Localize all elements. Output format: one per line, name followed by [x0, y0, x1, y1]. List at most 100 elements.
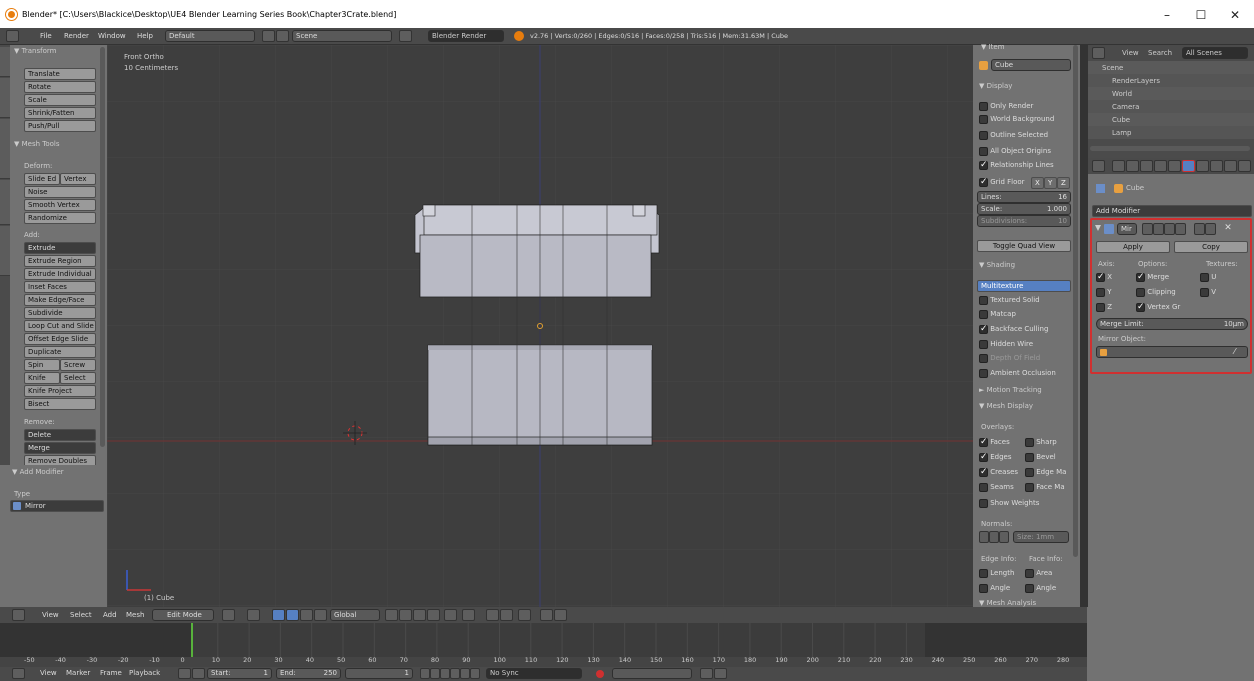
- properties-editor-type-icon[interactable]: [1092, 160, 1105, 172]
- overlay-row-1b[interactable]: Sharp: [1025, 436, 1057, 449]
- display-panel-title[interactable]: ▼ Display: [979, 82, 1012, 90]
- length-row[interactable]: Length: [979, 567, 1014, 580]
- sharp-checkbox[interactable]: [1025, 437, 1034, 447]
- delete-keyframe-icon[interactable]: [714, 668, 727, 679]
- area-checkbox[interactable]: [1025, 568, 1034, 578]
- face-normals-icon[interactable]: [999, 531, 1009, 543]
- grid-lines-field[interactable]: Lines: 16: [977, 191, 1071, 203]
- render-preview-icon[interactable]: [518, 609, 531, 621]
- offset-edge-slide-button[interactable]: Offset Edge Slide: [24, 333, 96, 345]
- pivot-point-icon[interactable]: [247, 609, 260, 621]
- record-icon[interactable]: [596, 670, 604, 678]
- scale-button[interactable]: Scale: [24, 94, 96, 106]
- face-angle-row[interactable]: Angle: [1025, 582, 1056, 595]
- layout-remove-icon[interactable]: [276, 30, 289, 42]
- menu-help[interactable]: Help: [137, 32, 153, 40]
- outliner-search-menu[interactable]: Search: [1148, 49, 1172, 57]
- world-tab-icon[interactable]: [1140, 160, 1153, 172]
- layout-select[interactable]: Default: [165, 30, 255, 42]
- relationship-lines-row[interactable]: Relationship Lines: [979, 159, 1054, 172]
- tab-create[interactable]: [0, 78, 10, 118]
- outliner-editor-type-icon[interactable]: [1092, 47, 1105, 59]
- v-checkbox[interactable]: [1200, 287, 1209, 297]
- axis-z-row[interactable]: Z: [1096, 301, 1112, 314]
- texture-tab-icon[interactable]: [1224, 160, 1237, 172]
- current-frame-field[interactable]: 1: [345, 668, 413, 679]
- sidebar-scrollbar[interactable]: [1073, 45, 1078, 557]
- modifier-type-select[interactable]: Mirror: [10, 500, 104, 512]
- only-render-checkbox[interactable]: [979, 101, 988, 111]
- insert-keyframe-icon[interactable]: [700, 668, 713, 679]
- bisect-button[interactable]: Bisect: [24, 398, 96, 410]
- merge-row[interactable]: Merge: [1136, 271, 1169, 284]
- mesh-tools-panel-title[interactable]: ▼ Mesh Tools: [14, 140, 60, 148]
- timeline[interactable]: -50 -40 -30 -20 -10 0 10 20 30 40 50 60 70 80 90 100 110…: [0, 623, 1087, 667]
- use-preview-range-icon[interactable]: [178, 668, 191, 679]
- close-button[interactable]: ✕: [1218, 6, 1252, 24]
- area-splitter[interactable]: [1080, 45, 1088, 625]
- transform-panel-title[interactable]: ▼ Transform: [14, 47, 56, 55]
- relationship-lines-checkbox[interactable]: [979, 160, 988, 170]
- viewport-select-menu[interactable]: Select: [70, 611, 92, 619]
- timeline-editor-type-icon[interactable]: [12, 668, 25, 679]
- scene-select[interactable]: Scene: [292, 30, 392, 42]
- inset-faces-button[interactable]: Inset Faces: [24, 281, 96, 293]
- outliner-row-renderlayers[interactable]: RenderLayers: [1088, 74, 1254, 87]
- matcap-row[interactable]: Matcap: [979, 308, 1016, 321]
- all-object-origins-checkbox[interactable]: [979, 146, 988, 156]
- noise-button[interactable]: Noise: [24, 186, 96, 198]
- menu-window[interactable]: Window: [98, 32, 126, 40]
- transform-orientation-select[interactable]: Global: [330, 609, 380, 621]
- manipulator-toggle-icon[interactable]: [272, 609, 285, 621]
- keying-set-field[interactable]: [612, 668, 692, 679]
- split-normals-icon[interactable]: [989, 531, 999, 543]
- outline-selected-checkbox[interactable]: [979, 130, 988, 140]
- axis-z-checkbox[interactable]: [1096, 302, 1105, 312]
- grid-scale-field[interactable]: Scale: 1.000: [977, 203, 1071, 215]
- mesh-analysis-panel-title[interactable]: ▼ Mesh Analysis: [979, 599, 1036, 607]
- vertex-normals-icon[interactable]: [979, 531, 989, 543]
- lock-time-cursor-icon[interactable]: [192, 668, 205, 679]
- timeline-frame-menu[interactable]: Frame: [100, 669, 122, 677]
- scene-add-icon[interactable]: [399, 30, 412, 42]
- shading-panel-title[interactable]: ▼ Shading: [979, 261, 1015, 269]
- slide-vertex-button[interactable]: Vertex: [60, 173, 96, 185]
- subdivide-button[interactable]: Subdivide: [24, 307, 96, 319]
- copy-button[interactable]: Copy: [1174, 241, 1248, 253]
- edge-marks-checkbox[interactable]: [1025, 467, 1034, 477]
- duplicate-button[interactable]: Duplicate: [24, 346, 96, 358]
- material-tab-icon[interactable]: [1210, 160, 1223, 172]
- modifier-name-field[interactable]: Mir: [1117, 223, 1137, 235]
- slide-edge-button[interactable]: Slide Ed: [24, 173, 60, 185]
- viewport-view-menu[interactable]: View: [42, 611, 59, 619]
- eyedropper-icon[interactable]: ⁄: [1234, 347, 1244, 357]
- grid-axis-z-toggle[interactable]: Z: [1057, 177, 1070, 189]
- outliner-row-scene[interactable]: Scene: [1088, 61, 1254, 74]
- backface-culling-row[interactable]: Backface Culling: [979, 323, 1048, 336]
- viewport-editor-type-icon[interactable]: [12, 609, 25, 621]
- sync-mode-select[interactable]: No Sync: [486, 668, 582, 679]
- show-viewport-icon[interactable]: [1153, 223, 1164, 235]
- apply-button[interactable]: Apply: [1096, 241, 1170, 253]
- spin-button[interactable]: Spin: [24, 359, 60, 371]
- length-checkbox[interactable]: [979, 568, 988, 578]
- jump-end-icon[interactable]: [470, 668, 480, 679]
- bevel-checkbox[interactable]: [1025, 452, 1034, 462]
- shading-mode-select[interactable]: Multitexture: [977, 280, 1071, 292]
- seams-checkbox[interactable]: [979, 482, 988, 492]
- extrude-individual-button[interactable]: Extrude Individual: [24, 268, 96, 280]
- clipping-checkbox[interactable]: [1136, 287, 1145, 297]
- 3d-viewport[interactable]: Front Ortho 10 Centimeters (1) Cube: [107, 45, 973, 607]
- operator-title[interactable]: ▼ Add Modifier: [12, 468, 64, 476]
- extrude-dropdown[interactable]: Extrude: [24, 242, 96, 254]
- angle-row[interactable]: Angle: [979, 582, 1010, 595]
- merge-dropdown[interactable]: Merge: [24, 442, 96, 454]
- creases-checkbox[interactable]: [979, 467, 988, 477]
- play-icon[interactable]: [450, 668, 460, 679]
- show-editmode-icon[interactable]: [1164, 223, 1175, 235]
- grid-subdivisions-field[interactable]: Subdivisions: 10: [977, 215, 1071, 227]
- overlay-row-3b[interactable]: Edge Ma: [1025, 466, 1066, 479]
- pin-icon[interactable]: [1096, 184, 1105, 193]
- screw-button[interactable]: Screw: [60, 359, 96, 371]
- vertex-select-icon[interactable]: [399, 609, 412, 621]
